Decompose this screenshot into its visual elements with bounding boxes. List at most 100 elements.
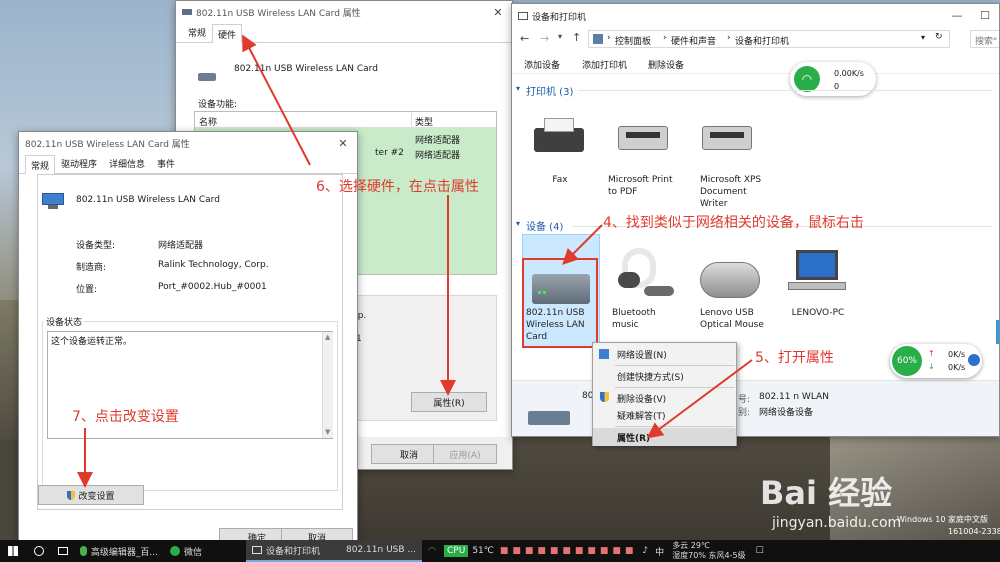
taskbar-app-devices[interactable]: 设备和打印机 [246,540,336,562]
printer-icon [698,116,756,156]
tab-general[interactable]: 常规 [182,22,212,42]
device-name: 802.11n USB Wireless LAN Card [76,195,220,205]
device-label[interactable]: Bluetooth music [612,307,684,331]
tray-wifi-icon[interactable]: ◠ [422,540,440,562]
fax-icon [530,116,588,156]
forward-arrow-icon[interactable]: → [540,32,549,45]
network-card-icon [182,9,192,15]
device-label[interactable]: Lenovo USB Optical Mouse [700,307,766,331]
taskbar-app-editor[interactable]: 高级编辑器_百... [74,540,164,562]
taskbar-app-wechat[interactable]: 微信 [164,540,246,562]
scroll-down-icon[interactable]: ▼ [325,428,330,436]
printers-header[interactable]: 打印机 (3) [526,83,573,98]
recent-dropdown-icon[interactable]: ▾ [558,32,562,41]
menu-item-troubleshoot[interactable]: 疑难解答(T) [593,406,736,424]
device-label[interactable]: LENOVO-PC [786,307,850,319]
apply-button[interactable]: 应用(A) [433,444,497,464]
weather-line1: 多云 29℃ [672,541,710,550]
tab-details[interactable]: 详细信息 [103,153,151,173]
column-header-name[interactable]: 名称 [199,115,217,128]
tab-bar: 常规 硬件 [176,23,512,43]
properties-button[interactable]: 属性(R) [411,392,487,412]
chevron-down-icon[interactable]: ▾ [921,33,925,42]
annotation-step5: 5、打开属性 [755,350,834,366]
table-row-type[interactable]: 网络适配器 [415,133,460,146]
context-menu: 网络设置(N) 创建快捷方式(S) 删除设备(V) 疑难解答(T) 属性(R) [592,342,737,446]
printer-label[interactable]: Fax [532,174,588,186]
device-type-label: 设备类型: [76,241,116,251]
scrollbar[interactable] [996,320,999,344]
editor-app-icon [80,546,87,556]
printer-label[interactable]: Microsoft XPS Document Writer [700,174,764,210]
ime-indicator[interactable]: 中 [651,540,668,562]
tab-driver[interactable]: 驱动程序 [55,153,103,173]
close-icon[interactable]: ✕ [484,1,512,23]
start-button[interactable] [0,540,26,562]
remove-device-button[interactable]: 删除设备 [648,58,684,71]
menu-item-create-shortcut[interactable]: 创建快捷方式(S) [593,367,736,385]
chevron-down-icon[interactable]: ▾ [516,219,520,228]
scroll-up-icon[interactable]: ▲ [325,333,330,341]
details-pane: 80 号: 802.11 n WLAN 别: 网络设备设备 [512,380,999,436]
add-device-button[interactable]: 添加设备 [524,58,560,71]
manufacturer-value: Ralink Technology, Corp. [158,260,269,270]
search-circle-icon [34,546,44,556]
breadcrumb-separator-icon: › [727,33,731,43]
taskbar-app-properties[interactable]: 802.11n USB ... [336,540,422,562]
search-button[interactable] [26,540,52,562]
refresh-icon[interactable]: ↻ [935,32,943,42]
column-header-type[interactable]: 类型 [415,115,433,128]
breadcrumb-item[interactable]: 控制面板 [615,34,651,47]
table-row-type[interactable]: 网络适配器 [415,148,460,161]
tab-general[interactable]: 常规 [25,155,56,174]
up-arrow-icon[interactable]: ↑ [572,31,581,44]
cpu-indicator[interactable]: CPU 51℃ [440,540,498,562]
chevron-down-icon[interactable]: ▾ [516,84,520,93]
menu-item-network-settings[interactable]: 网络设置(N) [593,345,736,363]
network-card-icon [198,73,216,81]
wifi-icon: ◠ [794,66,820,92]
tray-volume-icon[interactable]: ♪ [639,540,651,562]
tray-icons[interactable]: ■■■■■■■■■■■ [498,540,640,562]
wechat-icon [170,546,180,556]
window-title: 设备和打印机 [532,12,587,23]
title-bar: 802.11n USB Wireless LAN Card 属性 ✕ [176,1,512,23]
task-view-button[interactable] [52,540,74,562]
change-settings-button[interactable]: 改变设置 [38,485,144,505]
table-row-name[interactable]: ter #2 [375,148,404,158]
tab-events[interactable]: 事件 [151,153,181,173]
close-icon[interactable]: ✕ [329,132,357,154]
weather-widget[interactable]: 多云 29℃ 湿度70% 东风4-5级 [668,540,749,562]
mouse-icon [700,262,760,298]
breadcrumb-item[interactable]: 硬件和声音 [671,34,716,47]
breadcrumb[interactable]: › 控制面板 › 硬件和声音 › 设备和打印机 ▾ ↻ [588,30,950,48]
add-printer-button[interactable]: 添加打印机 [582,58,627,71]
search-input[interactable]: 搜索" [970,30,999,48]
boost-icon[interactable] [968,354,980,366]
breadcrumb-item[interactable]: 设备和打印机 [735,34,789,47]
watermark-url: jingyan.baidu.com [772,515,902,531]
highlight-box [522,258,598,348]
location-value: Port_#0002.Hub_#0001 [158,282,267,292]
baidu-watermark-logo: Bai 经验 [760,474,893,512]
minimize-icon[interactable]: — [943,4,971,26]
menu-item-remove-device[interactable]: 删除设备(V) [593,389,736,407]
functions-label: 设备功能: [198,100,238,110]
upload-speed: 0K/s [948,350,966,359]
tab-hardware[interactable]: 硬件 [212,24,243,43]
windows-build: 161004-2338 [948,527,1000,536]
menu-item-properties[interactable]: 属性(R) [593,428,736,446]
back-arrow-icon[interactable]: ← [520,32,529,45]
scrollbar[interactable]: ▲ ▼ [322,332,333,438]
devices-printers-icon [518,12,528,20]
command-bar: 添加设备 添加打印机 删除设备 [512,52,999,74]
windows-edition: Windows 10 家庭中文版 [897,515,988,524]
network-adapter-icon [42,193,64,209]
maximize-icon[interactable]: ☐ [971,4,999,26]
printer-label[interactable]: Microsoft Print to PDF [608,174,680,198]
device-status-title: 设备状态 [44,315,85,328]
laptop-icon [788,250,846,296]
title-bar: 设备和打印机 — ☐ [512,4,999,28]
devices-header[interactable]: 设备 (4) [526,218,563,233]
notification-icon[interactable]: ☐ [750,540,770,562]
